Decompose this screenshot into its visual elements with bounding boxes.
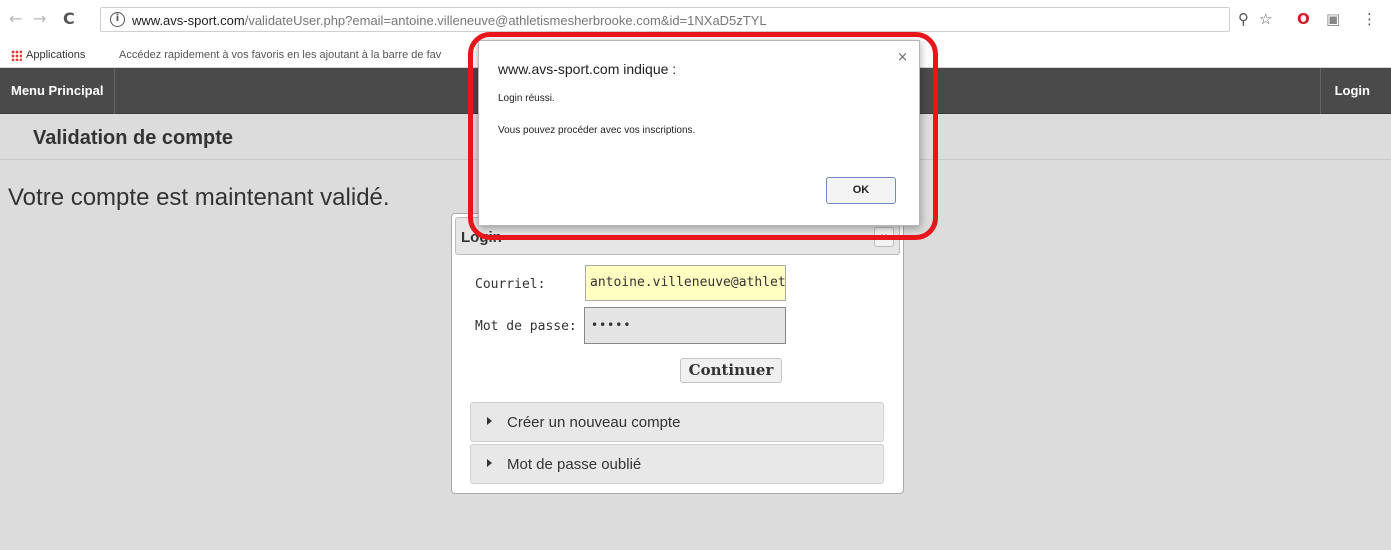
password-label: Mot de passe: xyxy=(475,319,577,334)
forgot-password-accordion[interactable]: Mot de passe oublié xyxy=(470,444,884,484)
alert-message-line-1: Login réussi. xyxy=(498,93,555,104)
close-icon[interactable]: × xyxy=(874,227,894,247)
triangle-right-icon xyxy=(487,459,492,467)
login-link[interactable]: Login xyxy=(1319,68,1391,114)
close-icon[interactable]: × xyxy=(897,50,908,65)
reload-icon[interactable]: C xyxy=(63,11,75,27)
login-title: Login xyxy=(461,229,502,246)
ok-button[interactable]: OK xyxy=(826,177,896,204)
menu-principal-link[interactable]: Menu Principal xyxy=(0,68,116,114)
extension-icon[interactable]: ▣ xyxy=(1326,11,1340,27)
menu-icon[interactable]: ⋮ xyxy=(1362,11,1377,27)
alert-dialog: www.avs-sport.com indique : × Login réus… xyxy=(478,40,920,226)
star-icon[interactable]: ☆ xyxy=(1259,11,1272,27)
accordion-label: Créer un nouveau compte xyxy=(507,414,681,431)
browser-toolbar: ← → C i www.avs-sport.com/validateUser.p… xyxy=(0,0,1391,44)
page-title: Validation de compte xyxy=(33,127,234,149)
address-bar[interactable]: i www.avs-sport.com/validateUser.php?ema… xyxy=(100,7,1230,32)
continue-button[interactable]: Continuer xyxy=(680,358,782,383)
opera-icon[interactable]: O xyxy=(1297,11,1310,27)
url-text[interactable]: www.avs-sport.com/validateUser.php?email… xyxy=(132,13,767,28)
url-path: /validateUser.php?email=antoine.villeneu… xyxy=(244,13,767,28)
accordion-label: Mot de passe oublié xyxy=(507,456,642,473)
email-field[interactable]: antoine.villeneuve@athletis xyxy=(585,265,786,301)
back-icon[interactable]: ← xyxy=(9,11,22,27)
login-dialog: Login × Courriel: antoine.villeneuve@ath… xyxy=(451,213,904,494)
url-domain: www.avs-sport.com xyxy=(132,13,245,28)
alert-origin: www.avs-sport.com indique : xyxy=(498,61,677,77)
password-field[interactable]: ••••• xyxy=(584,307,786,344)
apps-link[interactable]: Applications xyxy=(26,49,85,61)
create-account-accordion[interactable]: Créer un nouveau compte xyxy=(470,402,884,442)
key-icon[interactable]: ⚲ xyxy=(1238,11,1249,27)
validation-message: Votre compte est maintenant validé. xyxy=(8,184,390,211)
triangle-right-icon xyxy=(487,417,492,425)
apps-icon[interactable] xyxy=(11,50,22,61)
bookmarks-hint: Accédez rapidement à vos favoris en les … xyxy=(119,49,442,61)
alert-message-line-2: Vous pouvez procéder avec vos inscriptio… xyxy=(498,125,696,136)
info-icon[interactable]: i xyxy=(110,12,125,27)
email-label: Courriel: xyxy=(475,277,546,292)
forward-icon[interactable]: → xyxy=(33,11,46,27)
